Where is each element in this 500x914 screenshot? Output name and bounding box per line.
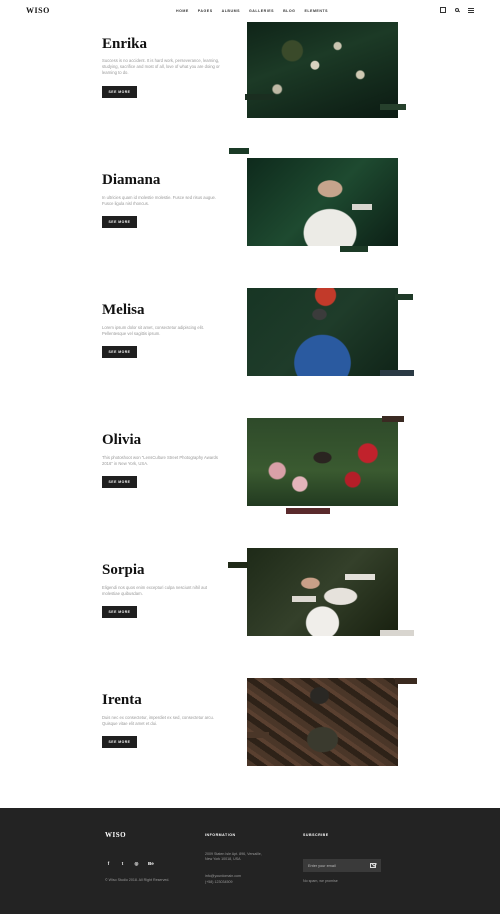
instagram-icon[interactable]: ◎ <box>134 861 139 867</box>
site-footer: WISO f t ◎ Be © Wiso Studio 2018. All Ri… <box>0 808 500 914</box>
footer-logo[interactable]: WISO <box>105 831 126 839</box>
photo-glitch <box>380 630 414 636</box>
portfolio-item-enrika: Enrika Success is no accident. It is har… <box>0 20 500 150</box>
search-icon[interactable] <box>454 7 459 13</box>
photo-glitch <box>345 574 375 580</box>
see-more-button[interactable]: SEE MORE <box>102 606 137 618</box>
photo-glitch <box>292 596 316 602</box>
item-description: Lorem ipsum dolor sit amet, consectetur … <box>102 325 204 336</box>
portfolio-item-melisa: Melisa Lorem ipsum dolor sit amet, conse… <box>0 280 500 410</box>
see-more-button[interactable]: SEE MORE <box>102 216 137 228</box>
item-photo[interactable] <box>247 418 398 506</box>
photo-glitch <box>380 104 406 110</box>
photo-glitch <box>286 508 330 514</box>
address-line-2: New York 10018, USA <box>205 857 241 861</box>
photo-glitch <box>352 204 372 210</box>
nav-blog[interactable]: BLOG <box>283 9 295 13</box>
see-more-button[interactable]: SEE MORE <box>102 86 137 98</box>
item-photo[interactable] <box>247 288 398 376</box>
social-links: f t ◎ Be <box>106 861 154 867</box>
item-title[interactable]: Olivia <box>102 432 141 449</box>
contact-email[interactable]: info@yourdomain.com <box>205 874 241 879</box>
subscribe-note: No spam, we promise <box>303 879 338 883</box>
see-more-button[interactable]: SEE MORE <box>102 346 137 358</box>
photo-glitch <box>229 148 249 154</box>
twitter-icon[interactable]: t <box>120 861 125 867</box>
site-logo[interactable]: WISO <box>26 6 50 15</box>
photo-glitch <box>245 94 275 100</box>
copyright-text: © Wiso Studio 2018. All Right Reserved. <box>105 878 170 882</box>
facebook-icon[interactable]: f <box>106 861 111 867</box>
site-header: WISO HOME PAGES ALBUMS GALLERIES BLOG EL… <box>0 0 500 22</box>
subscribe-email-input[interactable] <box>308 862 366 869</box>
contact-phone: (+58) 123034509 <box>205 880 233 884</box>
photo-glitch <box>395 294 413 300</box>
subscribe-heading: SUBSCRIBE <box>303 833 329 837</box>
shopping-bag-icon[interactable] <box>439 7 446 13</box>
item-description: Success is no accident. It is hard work,… <box>102 58 220 75</box>
item-title[interactable]: Enrika <box>102 36 147 53</box>
mail-icon[interactable] <box>370 863 376 868</box>
item-title[interactable]: Melisa <box>102 302 145 319</box>
nav-galleries[interactable]: GALLERIES <box>249 9 274 13</box>
main-nav: HOME PAGES ALBUMS GALLERIES BLOG ELEMENT… <box>176 9 337 13</box>
photo-glitch <box>247 732 269 738</box>
information-heading: INFORMATION <box>205 833 236 837</box>
see-more-button[interactable]: SEE MORE <box>102 476 137 488</box>
item-description: Eligendi nos quos enim excepturi culpa n… <box>102 585 207 596</box>
portfolio-item-diamana: Diamana In ultricies quam id molestie mo… <box>0 148 500 280</box>
photo-glitch <box>340 246 368 252</box>
item-photo[interactable] <box>247 548 398 636</box>
item-photo[interactable] <box>247 158 398 246</box>
nav-home[interactable]: HOME <box>176 9 189 13</box>
item-description: Duis nec ex consectetur, imperdiet ex se… <box>102 715 214 726</box>
menu-icon[interactable] <box>468 7 474 13</box>
portfolio-item-olivia: Olivia This photoshoot won "LensCulture … <box>0 410 500 540</box>
portfolio-item-sorpia: Sorpia Eligendi nos quos enim excepturi … <box>0 540 500 670</box>
header-icons <box>439 7 474 13</box>
item-photo[interactable] <box>247 678 398 766</box>
photo-glitch <box>382 416 404 422</box>
item-title[interactable]: Sorpia <box>102 562 145 579</box>
see-more-button[interactable]: SEE MORE <box>102 736 137 748</box>
behance-icon[interactable]: Be <box>148 861 154 867</box>
item-title[interactable]: Irenta <box>102 692 142 709</box>
portfolio-item-irenta: Irenta Duis nec ex consectetur, imperdie… <box>0 670 500 800</box>
subscribe-form <box>303 859 381 872</box>
nav-elements[interactable]: ELEMENTS <box>304 9 328 13</box>
item-description: In ultricies quam id molestie molestie. … <box>102 195 217 206</box>
item-title[interactable]: Diamana <box>102 172 160 189</box>
photo-glitch <box>380 370 414 376</box>
item-photo[interactable] <box>247 22 398 118</box>
nav-pages[interactable]: PAGES <box>198 9 213 13</box>
photo-glitch <box>228 562 248 568</box>
nav-albums[interactable]: ALBUMS <box>222 9 240 13</box>
item-description: This photoshoot won "LensCulture Street … <box>102 455 218 466</box>
photo-glitch <box>395 678 417 684</box>
